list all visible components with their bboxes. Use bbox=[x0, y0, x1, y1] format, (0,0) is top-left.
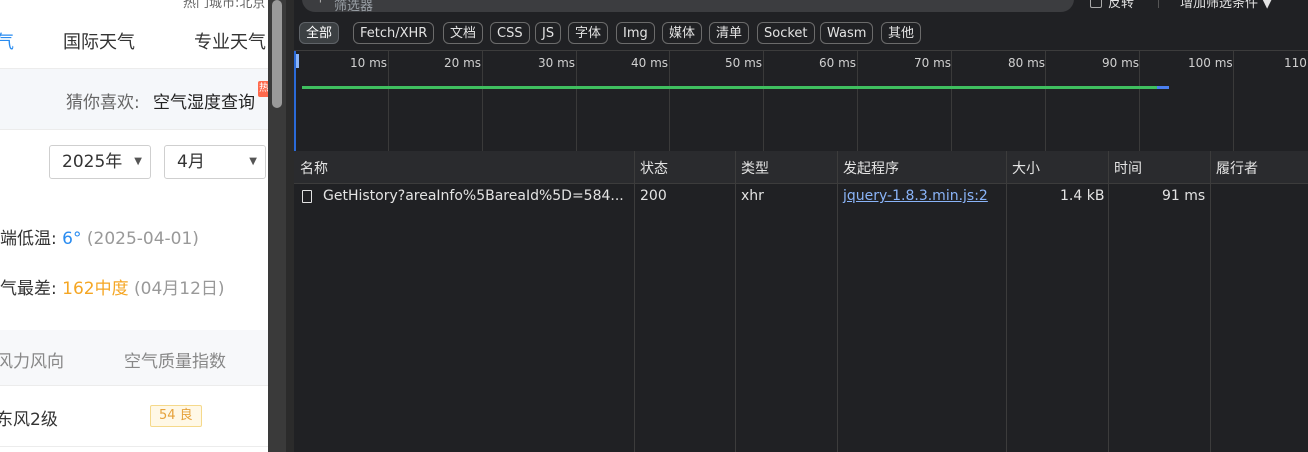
min-temp-value: 6° bbox=[62, 229, 82, 249]
wind-cell: 东风2级 bbox=[0, 410, 58, 430]
invert-label: 反转 bbox=[1108, 0, 1135, 11]
col-time[interactable]: 时间 bbox=[1114, 158, 1142, 178]
timeline-label: 80 ms bbox=[1008, 56, 1046, 70]
timeline-label: 40 ms bbox=[631, 56, 669, 70]
chip-manifest[interactable]: 清单 bbox=[709, 22, 750, 44]
timeline-label: 30 ms bbox=[538, 56, 576, 70]
col-wind: 风力风向 bbox=[0, 352, 64, 372]
nav-international-weather[interactable]: 国际天气 bbox=[63, 28, 135, 54]
min-temp-line: 端低温: 6° (2025-04-01) bbox=[0, 224, 199, 249]
more-filters-label: 增加筛选条件 bbox=[1180, 0, 1259, 11]
checkbox-icon bbox=[1090, 0, 1102, 8]
chip-js[interactable]: JS bbox=[535, 22, 562, 44]
worst-air-date: (04月12日) bbox=[134, 279, 225, 299]
nav-weather[interactable]: 气 bbox=[0, 28, 14, 54]
document-icon bbox=[302, 190, 312, 203]
timeline-gridline bbox=[1139, 51, 1140, 151]
col-type[interactable]: 类型 bbox=[741, 158, 769, 178]
month-select[interactable]: 4月 ▼ bbox=[164, 145, 266, 179]
timeline-gridline bbox=[482, 51, 483, 151]
timeline-gridline bbox=[857, 51, 858, 151]
request-name[interactable]: GetHistory?areaInfo%5BareaId%5D=584... bbox=[323, 188, 624, 204]
timeline-label: 90 ms bbox=[1102, 56, 1140, 70]
timeline-label: 100 ms bbox=[1188, 56, 1233, 70]
col-fulfilled-by[interactable]: 履行者 bbox=[1216, 158, 1258, 178]
network-timeline[interactable]: 10 ms 20 ms 30 ms 40 ms 50 ms 60 ms 70 m… bbox=[294, 50, 1308, 152]
humidity-query-link[interactable]: 空气湿度查询 bbox=[153, 88, 255, 113]
request-status: 200 bbox=[640, 188, 667, 204]
scroll-thumb[interactable] bbox=[272, 0, 282, 108]
timeline-gridline bbox=[576, 51, 577, 151]
request-initiator-link[interactable]: jquery-1.8.3.min.js:2 bbox=[843, 188, 988, 204]
hot-city-text[interactable]: 热门城市:北京 bbox=[183, 0, 265, 11]
request-time: 91 ms bbox=[1162, 188, 1206, 204]
month-select-value: 4月 bbox=[177, 152, 205, 172]
timeline-label: 70 ms bbox=[914, 56, 952, 70]
chevron-down-icon: ▼ bbox=[249, 156, 257, 167]
invert-checkbox[interactable]: 反转 bbox=[1090, 0, 1134, 11]
timeline-label: 60 ms bbox=[819, 56, 857, 70]
chip-wasm[interactable]: Wasm bbox=[820, 22, 874, 44]
chevron-down-icon: ▼ bbox=[134, 156, 142, 167]
nav-professional-weather[interactable]: 专业天气 bbox=[194, 28, 266, 54]
chip-other[interactable]: 其他 bbox=[881, 22, 922, 44]
timeline-gridline bbox=[669, 51, 670, 151]
worst-air-label: 气最差: bbox=[0, 279, 57, 299]
timeline-gridline bbox=[1045, 51, 1046, 151]
filter-input[interactable]: ⚲ 筛选器 bbox=[302, 0, 1074, 14]
aqi-badge: 54 良 bbox=[150, 405, 202, 427]
timeline-start-marker bbox=[296, 54, 299, 68]
chip-css[interactable]: CSS bbox=[490, 22, 530, 44]
worst-air-line: 气最差: 162中度 (04月12日) bbox=[0, 274, 225, 299]
year-select[interactable]: 2025年 ▼ bbox=[49, 145, 151, 179]
col-name[interactable]: 名称 bbox=[300, 158, 328, 178]
timeline-request-bar bbox=[302, 86, 1157, 89]
col-aqi: 空气质量指数 bbox=[124, 352, 226, 372]
col-size[interactable]: 大小 bbox=[1012, 158, 1040, 178]
toolbar-divider bbox=[1158, 0, 1159, 8]
history-table-header: 风力风向 空气质量指数 bbox=[0, 330, 268, 386]
weather-page: 热门城市:北京 气 国际天气 专业天气 猜你喜欢: 空气湿度查询 热 2025年… bbox=[0, 0, 268, 452]
timeline-label: 50 ms bbox=[725, 56, 763, 70]
chip-font[interactable]: 字体 bbox=[568, 22, 609, 44]
min-temp-label: 端低温: bbox=[0, 229, 57, 249]
col-initiator[interactable]: 发起程序 bbox=[843, 158, 899, 178]
worst-air-value: 162中度 bbox=[62, 279, 129, 299]
timeline-label: 20 ms bbox=[444, 56, 482, 70]
devtools-network-panel: ⚲ 筛选器 反转 增加筛选条件 ▼ 全部 Fetch/XHR 文档 CSS JS… bbox=[294, 0, 1308, 452]
timeline-label: 10 ms bbox=[350, 56, 388, 70]
chip-fetch-xhr[interactable]: Fetch/XHR bbox=[353, 22, 435, 44]
chip-media[interactable]: 媒体 bbox=[662, 22, 703, 44]
more-filters-button[interactable]: 增加筛选条件 ▼ bbox=[1180, 0, 1272, 11]
chip-socket[interactable]: Socket bbox=[757, 22, 815, 44]
timeline-gridline bbox=[763, 51, 764, 151]
table-row: 东风2级 54 良 bbox=[0, 386, 268, 447]
chip-img[interactable]: Img bbox=[616, 22, 655, 44]
filter-icon: ⚲ bbox=[316, 0, 325, 4]
chip-doc[interactable]: 文档 bbox=[443, 22, 484, 44]
col-status[interactable]: 状态 bbox=[640, 158, 668, 178]
timeline-gridline bbox=[1233, 51, 1234, 151]
hot-badge: 热 bbox=[258, 81, 268, 97]
request-type: xhr bbox=[741, 188, 764, 204]
timeline-request-bar-end bbox=[1157, 86, 1169, 89]
caret-down-icon: ▼ bbox=[1262, 0, 1273, 11]
timeline-label: 110 bbox=[1284, 56, 1307, 70]
guess-label: 猜你喜欢: bbox=[66, 93, 140, 113]
table-row[interactable]: GetHistory?areaInfo%5BareaId%5D=584... 2… bbox=[294, 184, 1308, 210]
request-size: 1.4 kB bbox=[1060, 188, 1105, 204]
year-select-value: 2025年 bbox=[62, 152, 123, 172]
min-temp-date: (2025-04-01) bbox=[86, 229, 199, 249]
timeline-gridline bbox=[951, 51, 952, 151]
filter-toolbar: ⚲ 筛选器 反转 增加筛选条件 ▼ bbox=[294, 0, 1308, 14]
page-scrollbar[interactable] bbox=[268, 0, 286, 452]
filter-placeholder: 筛选器 bbox=[334, 0, 374, 14]
chip-all[interactable]: 全部 bbox=[299, 22, 340, 44]
request-table-header: 名称 状态 类型 发起程序 大小 时间 履行者 bbox=[294, 151, 1308, 184]
timeline-gridline bbox=[388, 51, 389, 151]
guess-you-like-bar: 猜你喜欢: 空气湿度查询 热 bbox=[0, 68, 268, 130]
